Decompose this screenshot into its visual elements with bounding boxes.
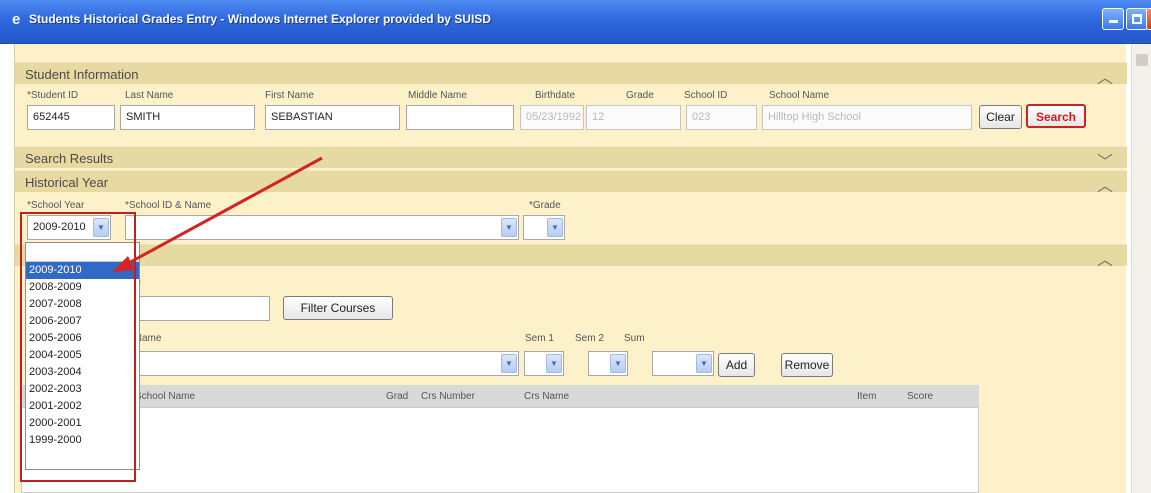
- student-id-field[interactable]: 652445: [27, 105, 115, 130]
- sum-label: Sum: [624, 333, 645, 344]
- chevron-down-icon[interactable]: ▼: [546, 354, 562, 373]
- school-id-name-label: *School ID & Name: [125, 200, 212, 211]
- grade-select[interactable]: ▼: [523, 215, 565, 240]
- remove-button[interactable]: Remove: [781, 353, 833, 377]
- student-info-title: Student Information: [25, 67, 139, 82]
- school-name-label: School Name: [769, 90, 830, 101]
- search-button[interactable]: Search: [1026, 104, 1086, 128]
- student-id-label: *Student ID: [27, 90, 79, 101]
- clear-button[interactable]: Clear: [979, 105, 1022, 129]
- last-name-label: Last Name: [125, 90, 174, 101]
- search-results-header[interactable]: Search Results ﹀: [15, 146, 1127, 171]
- birthdate-field: 05/23/1992: [520, 105, 584, 130]
- sum-select[interactable]: ▼: [652, 351, 714, 376]
- first-name-field[interactable]: SEBASTIAN: [265, 105, 400, 130]
- add-button[interactable]: Add: [718, 353, 755, 377]
- middle-name-field[interactable]: [406, 105, 514, 130]
- search-results-title: Search Results: [25, 151, 114, 166]
- minimize-icon: [1109, 20, 1118, 23]
- chevron-down-icon[interactable]: ▼: [696, 354, 712, 373]
- middle-name-label: Middle Name: [408, 90, 467, 101]
- window-title: Students Historical Grades Entry - Windo…: [29, 12, 491, 26]
- school-id-label: School ID: [684, 90, 728, 101]
- first-name-label: First Name: [265, 90, 314, 101]
- school-year-label: *School Year: [27, 200, 85, 211]
- school-id-field: 023: [686, 105, 757, 130]
- chevron-down-icon[interactable]: ▼: [610, 354, 626, 373]
- chevron-up-icon[interactable]: ︿: [1097, 172, 1113, 196]
- chevron-down-icon[interactable]: ﹀: [1097, 148, 1113, 172]
- grade-field: 12: [586, 105, 681, 130]
- chevron-down-icon[interactable]: ▼: [501, 354, 517, 373]
- sem1-label: Sem 1: [525, 333, 554, 344]
- grid-col-score: Score: [907, 391, 934, 402]
- historical-year-header[interactable]: Historical Year ︿: [15, 170, 1127, 195]
- chevron-up-icon[interactable]: ︿: [1097, 246, 1113, 270]
- annotation-highlight-box: [20, 212, 136, 482]
- last-name-field[interactable]: SMITH: [120, 105, 255, 130]
- close-button[interactable]: [1146, 8, 1151, 30]
- ie-icon: e: [12, 11, 21, 28]
- grid-col-item: Item: [857, 391, 877, 402]
- maximize-button[interactable]: [1126, 8, 1148, 30]
- chevron-up-icon[interactable]: ︿: [1097, 64, 1113, 88]
- course-name-filter-input[interactable]: [125, 296, 270, 321]
- page-content: Student Information ︿ *Student ID Last N…: [14, 44, 1127, 493]
- filter-courses-button[interactable]: Filter Courses: [283, 296, 393, 320]
- historical-grade-label: *Grade: [529, 200, 561, 211]
- course-select[interactable]: ▼: [125, 351, 519, 376]
- school-name-field: Hilltop High School: [762, 105, 972, 130]
- grade-label: Grade: [626, 90, 654, 101]
- grid-header: School Name Grad Crs Number Crs Name Ite…: [21, 385, 979, 407]
- birthdate-label: Birthdate: [535, 90, 576, 101]
- sem2-select[interactable]: ▼: [588, 351, 628, 376]
- grid-col-school-name: School Name: [135, 391, 196, 402]
- grid-col-crs-name: Crs Name: [524, 391, 570, 402]
- scrollbar-thumb[interactable]: [1136, 54, 1148, 66]
- historical-year-title: Historical Year: [25, 175, 109, 190]
- sem2-label: Sem 2: [575, 333, 604, 344]
- scrollbar[interactable]: [1131, 44, 1151, 493]
- courses-header[interactable]: ︿: [15, 244, 1127, 269]
- grid-body[interactable]: [21, 407, 979, 493]
- grid-col-crs-number: Crs Number: [421, 391, 475, 402]
- maximize-icon: [1132, 14, 1142, 24]
- chevron-down-icon[interactable]: ▼: [547, 218, 563, 237]
- chevron-down-icon[interactable]: ▼: [501, 218, 517, 237]
- student-info-header[interactable]: Student Information ︿: [15, 62, 1127, 87]
- minimize-button[interactable]: [1102, 8, 1124, 30]
- sem1-select[interactable]: ▼: [524, 351, 564, 376]
- grid-col-grad: Grad: [386, 391, 409, 402]
- school-id-name-select[interactable]: ▼: [125, 215, 519, 240]
- window-titlebar: e Students Historical Grades Entry - Win…: [0, 0, 1151, 44]
